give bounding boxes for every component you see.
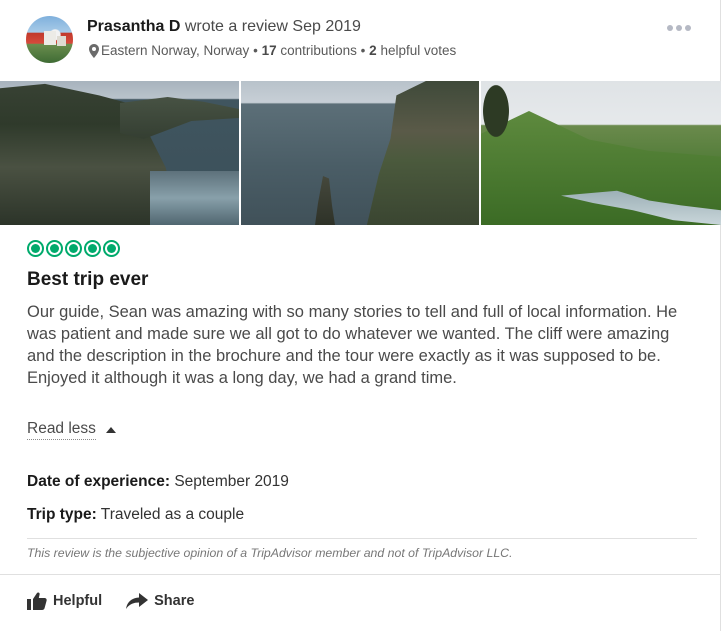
review-header: Prasantha D wrote a review Sep 2019 East… — [0, 0, 721, 81]
review-photos — [0, 81, 721, 225]
rating-bubble-icon — [27, 240, 44, 257]
author-name[interactable]: Prasantha D — [87, 18, 180, 35]
trip-type-label: Trip type: — [27, 506, 97, 523]
review-title[interactable]: Best trip ever — [27, 268, 148, 292]
review-card: Prasantha D wrote a review Sep 2019 East… — [0, 0, 721, 631]
helpful-button[interactable]: Helpful — [27, 592, 102, 610]
author-meta: Eastern Norway, Norway • 17 contribution… — [89, 42, 456, 59]
thumbs-up-icon — [27, 592, 47, 610]
meta-separator: • — [253, 43, 258, 58]
helpful-votes-label: helpful votes — [380, 43, 457, 58]
author-line: Prasantha D wrote a review Sep 2019 — [87, 17, 361, 37]
share-label: Share — [154, 593, 195, 609]
read-less-label: Read less — [27, 419, 96, 440]
date-of-experience: Date of experience: September 2019 — [27, 472, 289, 492]
read-less-link[interactable]: Read less — [27, 419, 116, 440]
date-of-experience-value: September 2019 — [174, 473, 289, 490]
helpful-votes-count: 2 — [369, 43, 377, 58]
valley-river-photo[interactable] — [481, 81, 721, 225]
review-disclaimer: This review is the subjective opinion of… — [27, 546, 513, 560]
caret-up-icon — [105, 426, 116, 433]
avatar-building — [44, 31, 56, 45]
avatar-building — [57, 36, 66, 46]
share-arrow-icon — [126, 593, 149, 609]
sea-stack-photo[interactable] — [241, 81, 479, 225]
divider — [27, 538, 697, 539]
review-action-text: wrote a review Sep 2019 — [184, 18, 361, 35]
trip-type-value: Traveled as a couple — [100, 506, 245, 523]
review-body: Our guide, Sean was amazing with so many… — [27, 303, 678, 387]
review-actions: Helpful Share — [27, 592, 194, 610]
date-of-experience-label: Date of experience: — [27, 473, 170, 490]
rating-bubble-icon — [84, 240, 101, 257]
more-options-icon[interactable] — [667, 22, 691, 34]
map-pin-icon — [89, 43, 99, 58]
share-button[interactable]: Share — [126, 593, 194, 609]
contributions-count: 17 — [261, 43, 277, 58]
rating-bubbles — [27, 240, 120, 257]
meta-separator: • — [360, 43, 366, 58]
rating-bubble-icon — [65, 240, 82, 257]
trip-type: Trip type: Traveled as a couple — [27, 505, 244, 525]
rating-bubble-icon — [103, 240, 120, 257]
sea-cliffs-photo[interactable] — [0, 81, 239, 225]
rating-bubble-icon — [46, 240, 63, 257]
helpful-label: Helpful — [53, 593, 103, 609]
author-location: Eastern Norway, Norway — [101, 43, 250, 58]
divider — [0, 574, 721, 575]
author-avatar[interactable] — [26, 16, 73, 63]
contributions-label: contributions — [280, 43, 357, 58]
